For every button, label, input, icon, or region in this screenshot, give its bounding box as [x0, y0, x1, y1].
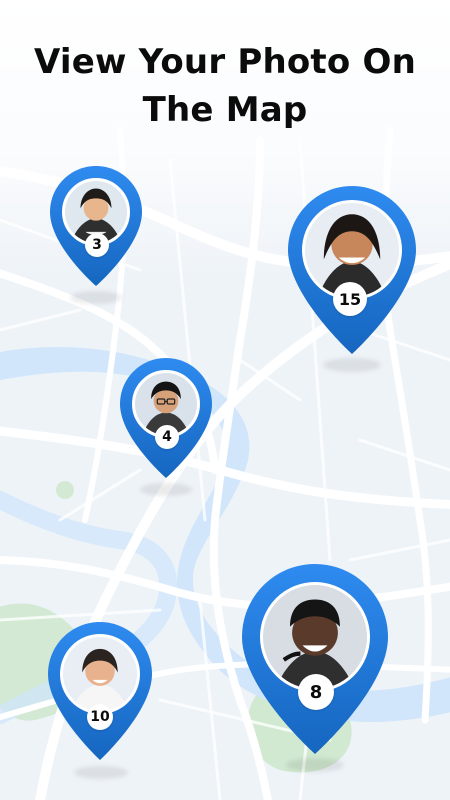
- avatar: [60, 634, 140, 714]
- map-pin-photo-3[interactable]: 4: [118, 356, 214, 496]
- pin-shadow: [323, 358, 381, 372]
- map-pin-photo-4[interactable]: 10: [46, 620, 154, 780]
- pin-shadow: [70, 291, 122, 304]
- photo-count-badge: 3: [85, 233, 109, 257]
- photo-count-badge: 4: [155, 425, 179, 449]
- photo-count-badge: 15: [333, 282, 367, 316]
- pin-shadow: [74, 766, 128, 779]
- map-pin-photo-5[interactable]: 8: [240, 562, 390, 772]
- pin-shadow: [286, 758, 344, 772]
- map-pin-photo-2[interactable]: 15: [286, 184, 418, 374]
- photo-count-badge: 8: [298, 674, 334, 710]
- person-portrait-avatar: [63, 637, 137, 711]
- map-promo-screen: View Your Photo On The Map 3 15 4 10 8: [0, 0, 450, 800]
- pin-shadow: [140, 483, 192, 496]
- headline-title: View Your Photo On The Map: [34, 42, 416, 130]
- map-pin-photo-1[interactable]: 3: [48, 164, 144, 304]
- photo-count-badge: 10: [87, 704, 113, 730]
